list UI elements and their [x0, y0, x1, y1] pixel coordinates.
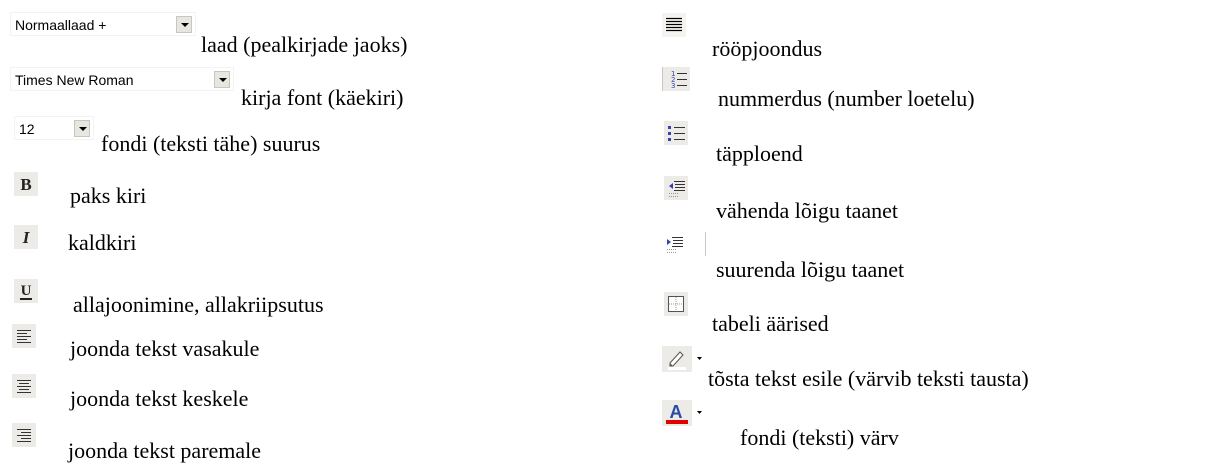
numbering-label: nummerdus (number loetelu)	[718, 86, 975, 111]
align-right-button[interactable]	[12, 423, 36, 447]
underline-button[interactable]: U	[14, 279, 38, 303]
italic-icon: I	[22, 228, 31, 247]
underline-label: allajoonimine, allakriipsutus	[73, 292, 324, 317]
bullets-icon	[668, 126, 685, 141]
chevron-down-icon[interactable]	[74, 120, 90, 137]
size-combo-value: 12	[19, 121, 35, 137]
highlight-button[interactable]	[662, 346, 704, 372]
justify-label: rööpjoondus	[712, 36, 822, 61]
chevron-down-icon[interactable]	[176, 16, 192, 33]
svg-text:A: A	[670, 402, 683, 422]
italic-label: kaldkiri	[68, 230, 137, 255]
decrease-indent-button[interactable]	[664, 176, 688, 200]
align-left-label: joonda tekst vasakule	[70, 336, 260, 361]
svg-text:B: B	[20, 175, 31, 194]
increase-indent-icon	[667, 237, 683, 253]
chevron-down-icon[interactable]	[214, 71, 230, 88]
numbering-icon: 1 2 3	[671, 70, 687, 90]
font-color-button[interactable]: A	[662, 400, 704, 426]
borders-icon	[668, 296, 684, 312]
align-right-icon	[17, 429, 31, 442]
highlighter-icon	[662, 346, 702, 372]
font-combo-label: kirja font (käekiri)	[241, 85, 404, 110]
borders-button[interactable]	[664, 292, 688, 316]
align-center-button[interactable]	[12, 374, 36, 398]
bold-icon: B	[20, 175, 31, 194]
decrease-indent-icon	[669, 181, 685, 197]
align-left-button[interactable]	[12, 324, 36, 348]
style-combo[interactable]: Normaallaad +	[10, 12, 196, 36]
align-right-label: joonda tekst paremale	[68, 438, 262, 463]
style-combo-value: Normaallaad +	[15, 17, 107, 33]
font-combo-value: Times New Roman	[15, 72, 134, 88]
svg-text:3: 3	[671, 82, 675, 90]
align-left-icon	[17, 330, 31, 343]
font-combo[interactable]: Times New Roman	[10, 67, 234, 91]
italic-button[interactable]: I	[14, 225, 38, 249]
borders-label: tabeli äärised	[712, 311, 829, 336]
font-color-icon: A	[662, 400, 702, 426]
font-color-label: fondi (teksti) värv	[740, 425, 899, 450]
style-combo-label: laad (pealkirjade jaoks)	[201, 32, 408, 57]
size-combo[interactable]: 12	[14, 116, 94, 140]
bold-label: paks kiri	[70, 183, 147, 208]
bullets-button[interactable]	[664, 121, 688, 145]
svg-text:I: I	[22, 228, 31, 247]
underline-icon: U	[20, 283, 32, 300]
numbering-button[interactable]: 1 2 3	[662, 67, 690, 91]
highlight-label: tõsta tekst esile (värvib teksti tausta)	[708, 366, 1029, 391]
bullets-label: täpploend	[716, 141, 803, 166]
increase-indent-button[interactable]	[662, 232, 706, 256]
align-center-label: joonda tekst keskele	[70, 386, 249, 411]
justify-button[interactable]	[662, 13, 686, 37]
justify-icon	[666, 17, 682, 32]
svg-text:U: U	[21, 283, 32, 299]
align-center-icon	[17, 380, 31, 393]
size-combo-label: fondi (teksti tähe) suurus	[101, 131, 321, 156]
increase-indent-label: suurenda lõigu taanet	[716, 257, 905, 282]
bold-button[interactable]: B	[14, 172, 38, 196]
decrease-indent-label: vähenda lõigu taanet	[716, 198, 899, 223]
